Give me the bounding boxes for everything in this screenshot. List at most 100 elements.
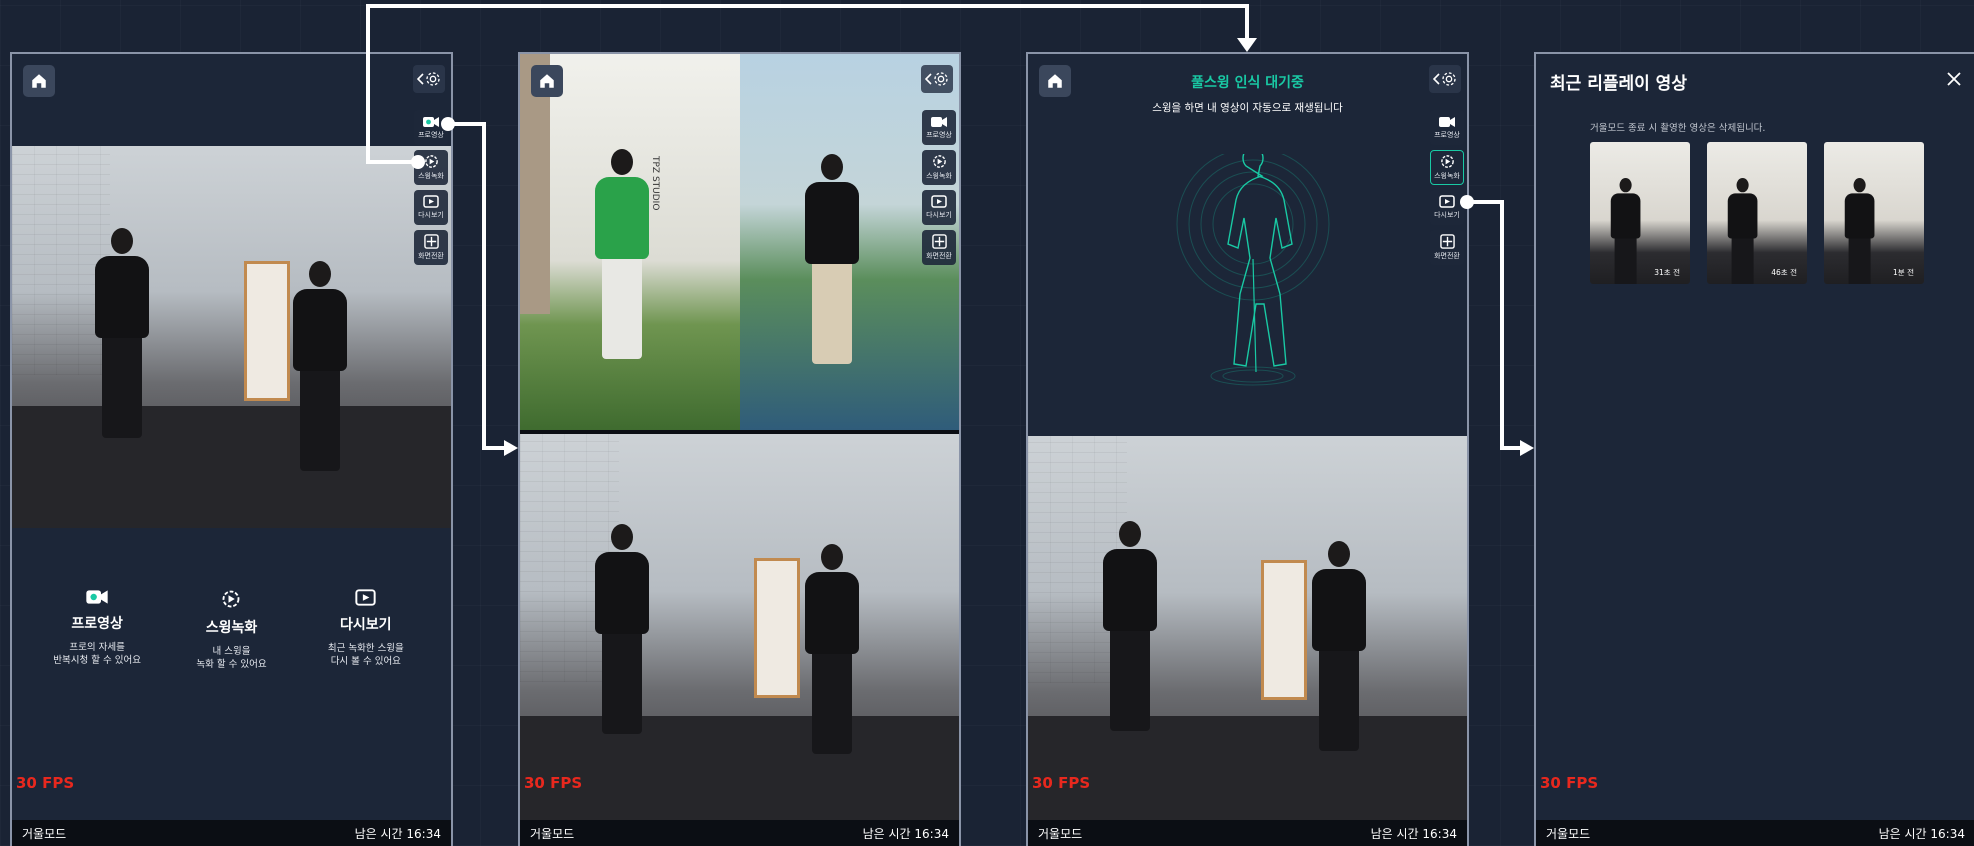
- status-bar: 거울모드 남은 시간 16:34: [1536, 820, 1974, 846]
- gear-icon: [934, 72, 948, 86]
- mode-label: 거울모드: [22, 826, 67, 841]
- mirror-mode-screen-home: 프로영상 스윙녹화 다시보기 화면전환 프로영상 프로의 자세를 반복시청 할 …: [10, 52, 453, 846]
- video-camera-icon: [423, 116, 439, 127]
- chevron-left-icon: [1433, 73, 1440, 85]
- tool-label: 다시보기: [1434, 211, 1460, 219]
- replay-thumbnail[interactable]: 1분 전: [1824, 142, 1924, 284]
- pro-golfer-figure: [590, 149, 654, 359]
- side-toolbar: 프로영상 스윙녹화 다시보기 화면전환: [1430, 110, 1464, 265]
- fps-indicator: 30 FPS: [524, 774, 583, 792]
- door: [754, 558, 800, 699]
- mode-label: 거울모드: [1038, 826, 1083, 841]
- remaining-time: 남은 시간 16:34: [1878, 826, 1965, 841]
- remaining-time: 남은 시간 16:34: [862, 826, 949, 841]
- mirror-mode-screen-replay-list: 최근 리플레이 영상 거울모드 종료 시 촬영한 영상은 삭제됩니다. 31초 …: [1534, 52, 1974, 846]
- gear-icon: [426, 72, 440, 86]
- remaining-time: 남은 시간 16:34: [354, 826, 441, 841]
- tool-swing-record[interactable]: 스윙녹화: [1430, 150, 1464, 185]
- status-bar: 거울모드 남은 시간 16:34: [520, 820, 959, 846]
- chevron-left-icon: [925, 73, 932, 85]
- fps-indicator: 30 FPS: [1540, 774, 1599, 792]
- pro-golfer-figure: [800, 154, 864, 364]
- close-icon: [1947, 72, 1961, 86]
- tool-label: 다시보기: [926, 211, 952, 219]
- settings-toggle[interactable]: [921, 65, 953, 93]
- golfer-figure: [1098, 521, 1162, 731]
- feature-row: 프로영상 프로의 자세를 반복시청 할 수 있어요 스윙녹화 내 스윙을 녹화 …: [12, 589, 451, 671]
- golfer-figure: [90, 228, 154, 438]
- tool-replay[interactable]: 다시보기: [414, 190, 448, 225]
- home-button[interactable]: [23, 65, 55, 97]
- replay-thumbnail[interactable]: 46초 전: [1707, 142, 1807, 284]
- tool-pro-video[interactable]: 프로영상: [1430, 110, 1464, 145]
- golfer-figure: [288, 261, 352, 471]
- my-video-right: [1247, 436, 1467, 846]
- feature-desc: 내 스윙을 녹화 할 수 있어요: [196, 646, 267, 670]
- tool-label: 스윙녹화: [418, 172, 444, 180]
- feature-pro-video[interactable]: 프로영상 프로의 자세를 반복시청 할 수 있어요: [37, 589, 157, 671]
- mode-label: 거울모드: [530, 826, 575, 841]
- side-toolbar: 프로영상 스윙녹화 다시보기 화면전환: [414, 110, 448, 265]
- pro-video-left: TPZ STUDIO: [520, 54, 740, 430]
- tool-label: 화면전환: [926, 252, 952, 260]
- fps-indicator: 30 FPS: [16, 774, 75, 792]
- home-icon: [540, 74, 554, 88]
- video-camera-icon: [86, 590, 108, 604]
- play-square-icon: [1439, 195, 1455, 208]
- settings-toggle[interactable]: [1429, 65, 1461, 93]
- replay-delete-note: 거울모드 종료 시 촬영한 영상은 삭제됩니다.: [1590, 123, 1766, 134]
- home-icon: [32, 74, 46, 88]
- door: [1261, 559, 1307, 700]
- status-bar: 거울모드 남은 시간 16:34: [12, 820, 451, 846]
- settings-toggle[interactable]: [413, 65, 445, 93]
- home-button[interactable]: [1039, 65, 1071, 97]
- tool-switch-screen[interactable]: 화면전환: [414, 230, 448, 265]
- swing-wait-title: 풀스윙 인식 대기중: [1191, 75, 1304, 91]
- screen-switch-icon: [423, 234, 439, 249]
- feature-title: 다시보기: [340, 617, 392, 633]
- replay-list-title: 최근 리플레이 영상: [1550, 74, 1687, 94]
- chevron-left-icon: [417, 73, 424, 85]
- mode-label: 거울모드: [1546, 826, 1591, 841]
- play-square-icon: [355, 589, 376, 606]
- feature-replay[interactable]: 다시보기 최근 녹화한 스윙을 다시 볼 수 있어요: [306, 589, 426, 671]
- golfer-figure: [1842, 178, 1877, 284]
- tool-replay[interactable]: 다시보기: [922, 190, 956, 225]
- tool-switch-screen[interactable]: 화면전환: [922, 230, 956, 265]
- video-left-front-view: [12, 146, 230, 528]
- remaining-time: 남은 시간 16:34: [1370, 826, 1457, 841]
- side-toolbar: 프로영상 스윙녹화 다시보기 화면전환: [922, 110, 956, 265]
- close-button[interactable]: [1943, 68, 1965, 90]
- replay-thumbnails: 31초 전 46초 전 1분 전: [1590, 142, 1924, 284]
- home-button[interactable]: [531, 65, 563, 97]
- tool-switch-screen[interactable]: 화면전환: [1430, 230, 1464, 265]
- tool-label: 화면전환: [418, 252, 444, 260]
- golfer-figure: [590, 524, 654, 734]
- replay-circle-icon: [932, 155, 946, 168]
- tool-swing-record[interactable]: 스윙녹화: [414, 150, 448, 185]
- tool-pro-video[interactable]: 프로영상: [414, 110, 448, 145]
- feature-title: 스윙녹화: [205, 620, 258, 636]
- screen-switch-icon: [1439, 234, 1455, 249]
- video-camera-icon: [1439, 116, 1455, 127]
- status-bar: 거울모드 남은 시간 16:34: [1028, 820, 1467, 846]
- replay-time: 46초 전: [1771, 268, 1797, 277]
- replay-time: 1분 전: [1893, 268, 1914, 277]
- tool-swing-record[interactable]: 스윙녹화: [922, 150, 956, 185]
- tool-label: 다시보기: [418, 211, 444, 219]
- replay-thumbnail[interactable]: 31초 전: [1590, 142, 1690, 284]
- feature-desc: 최근 녹화한 스윙을 다시 볼 수 있어요: [327, 643, 404, 667]
- replay-circle-icon: [1440, 155, 1454, 168]
- swing-wait-subtitle: 스윙을 하면 내 영상이 자동으로 재생됩니다: [1152, 102, 1343, 114]
- tool-label: 화면전환: [1434, 252, 1460, 260]
- tool-pro-video[interactable]: 프로영상: [922, 110, 956, 145]
- feature-swing-record[interactable]: 스윙녹화 내 스윙을 녹화 할 수 있어요: [171, 589, 291, 671]
- golfer-figure: [800, 544, 864, 754]
- tool-label: 프로영상: [1434, 130, 1460, 139]
- tool-label: 스윙녹화: [1434, 172, 1460, 180]
- golfer-silhouette-icon: [1176, 154, 1330, 386]
- tool-replay[interactable]: 다시보기: [1430, 190, 1464, 225]
- golfer-figure: [1725, 178, 1760, 284]
- gear-icon: [1442, 72, 1456, 86]
- tool-label: 스윙녹화: [926, 172, 952, 180]
